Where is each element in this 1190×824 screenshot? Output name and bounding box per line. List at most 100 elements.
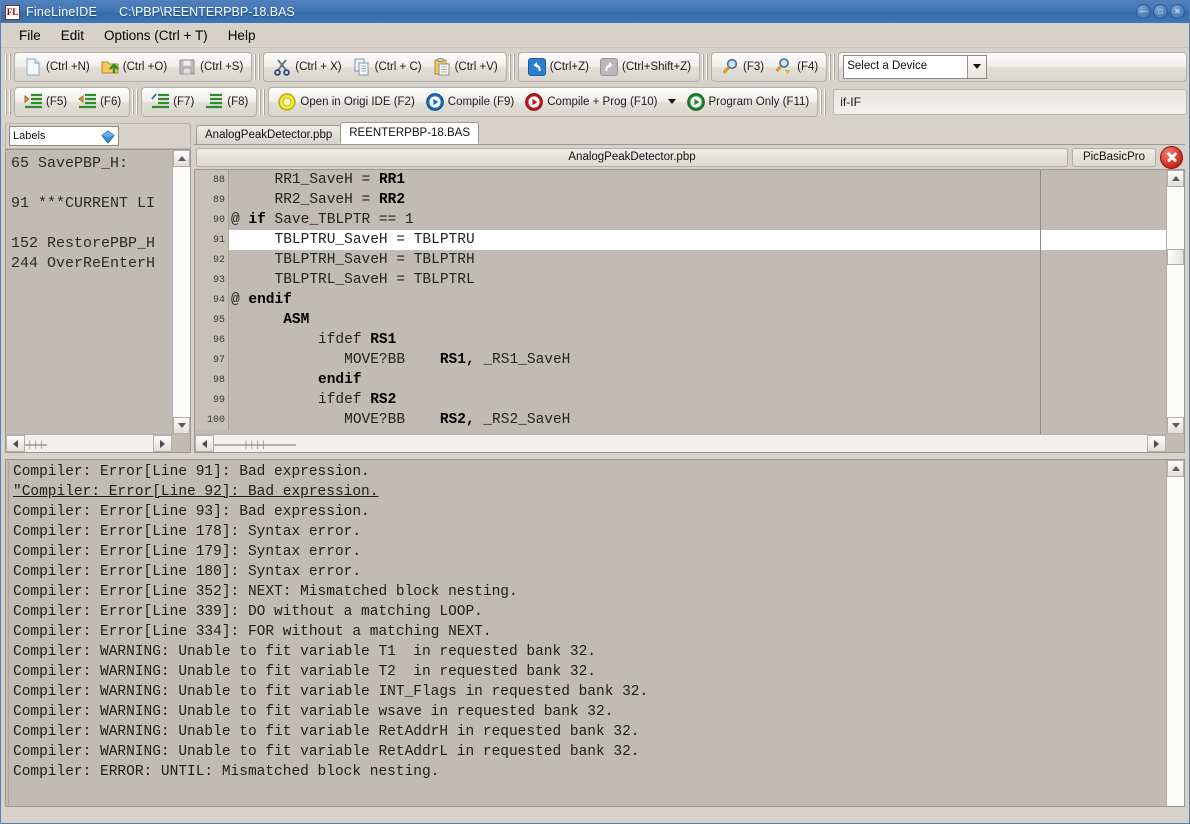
scroll-left-button[interactable] [195, 435, 214, 452]
indent-right-button[interactable]: (F5) [18, 89, 72, 115]
menu-item-options[interactable]: Options (Ctrl + T) [94, 26, 218, 45]
paste-button[interactable]: (Ctrl +V) [427, 54, 503, 80]
device-combo-arrow[interactable] [967, 56, 986, 78]
toolbar-grip-icon-7[interactable] [132, 89, 139, 115]
output-line[interactable]: Compiler: Error[Line 352]: NEXT: Mismatc… [13, 582, 1166, 602]
output-line[interactable]: Compiler: Error[Line 179]: Syntax error. [13, 542, 1166, 562]
comment-block-button[interactable]: (F7) [145, 89, 199, 115]
copy-button[interactable]: (Ctrl + C) [347, 54, 427, 80]
save-file-button[interactable]: (Ctrl +S) [172, 54, 248, 80]
program-only-button[interactable]: Program Only (F11) [681, 89, 815, 115]
list-item[interactable]: 91 ***CURRENT LI [11, 194, 172, 214]
find-next-button[interactable]: (F4) [769, 54, 823, 80]
output-line[interactable]: Compiler: WARNING: Unable to fit variabl… [13, 682, 1166, 702]
code-vscroll-thumb[interactable] [1167, 249, 1184, 265]
code-horizontal-scrollbar[interactable]: |||| [195, 434, 1166, 452]
maximize-button[interactable]: □ [1153, 4, 1168, 19]
menu-item-help[interactable]: Help [218, 26, 266, 45]
output-line[interactable]: Compiler: Error[Line 339]: DO without a … [13, 602, 1166, 622]
output-line[interactable]: Compiler: Error[Line 334]: FOR without a… [13, 622, 1166, 642]
labels-combo[interactable]: Labels [9, 126, 119, 146]
open-origi-ide-button[interactable]: Open in Origi IDE (F2) [272, 89, 419, 115]
open-file-button[interactable]: (Ctrl +O) [95, 54, 172, 80]
code-line[interactable]: 92 TBLPTRH_SaveH = TBLPTRH [195, 250, 1166, 270]
build-options-dropdown[interactable] [663, 89, 681, 115]
indent-left-button[interactable]: (F6) [72, 89, 126, 115]
scroll-left-button[interactable] [6, 435, 25, 452]
scroll-right-button[interactable] [1147, 435, 1166, 452]
code-hscroll-thumb[interactable]: |||| [214, 444, 296, 446]
redo-button[interactable]: (Ctrl+Shift+Z) [594, 54, 696, 80]
toolbar-grip-icon-3[interactable] [509, 54, 516, 80]
scroll-up-button[interactable] [1167, 460, 1184, 477]
code-vertical-scrollbar[interactable] [1166, 170, 1184, 434]
output-line[interactable]: Compiler: WARNING: Unable to fit variabl… [13, 702, 1166, 722]
toolbar-grip-icon-2[interactable] [254, 54, 261, 80]
code-line[interactable]: 90@ if Save_TBLPTR == 1 [195, 210, 1166, 230]
compile-button[interactable]: Compile (F9) [420, 89, 519, 115]
undo-button[interactable]: (Ctrl+Z) [522, 54, 594, 80]
output-line[interactable]: Compiler: WARNING: Unable to fit variabl… [13, 742, 1166, 762]
close-document-button[interactable] [1160, 146, 1183, 169]
compiler-output-panel[interactable]: Compiler: Error[Line 91]: Bad expression… [5, 459, 1185, 807]
toolbar-grip-icon-9[interactable] [820, 89, 827, 115]
scroll-down-button[interactable] [173, 417, 190, 434]
menu-item-file[interactable]: File [9, 26, 51, 45]
close-window-button[interactable]: ✕ [1170, 4, 1185, 19]
toolbar-grip-icon[interactable] [5, 54, 12, 80]
code-line-highlighted[interactable]: 91 TBLPTRU_SaveH = TBLPTRU [195, 230, 1166, 250]
menu-item-edit[interactable]: Edit [51, 26, 94, 45]
new-file-button[interactable]: (Ctrl +N) [18, 54, 95, 80]
output-line[interactable]: Compiler: Error[Line 180]: Syntax error. [13, 562, 1166, 582]
output-vscroll-track[interactable] [1167, 477, 1184, 806]
output-line[interactable]: Compiler: Error[Line 93]: Bad expression… [13, 502, 1166, 522]
tab-reenterpbp[interactable]: REENTERPBP-18.BAS [340, 122, 479, 144]
list-item[interactable]: 65 SavePBP_H: [11, 154, 172, 174]
uncomment-block-button[interactable]: (F8) [199, 89, 253, 115]
toolbar-grip-icon-5[interactable] [829, 54, 836, 80]
code-line[interactable]: 95 ASM [195, 310, 1166, 330]
output-line[interactable]: Compiler: WARNING: Unable to fit variabl… [13, 662, 1166, 682]
code-line[interactable]: 100 MOVE?BB RS2, _RS2_SaveH [195, 410, 1166, 430]
code-line[interactable]: 99 ifdef RS2 [195, 390, 1166, 410]
find-button[interactable]: (F3) [715, 54, 769, 80]
output-vertical-scrollbar[interactable] [1166, 460, 1184, 806]
compile-and-program-button[interactable]: Compile + Prog (F10) [519, 89, 662, 115]
labels-list[interactable]: 65 SavePBP_H: 91 ***CURRENT LI 152 Resto… [5, 149, 191, 453]
labels-hscroll-thumb[interactable]: ||| [25, 444, 47, 446]
device-combo[interactable]: Select a Device [843, 55, 987, 79]
cut-button[interactable]: (Ctrl + X) [267, 54, 346, 80]
scroll-up-button[interactable] [173, 150, 190, 167]
code-line[interactable]: 88 RR1_SaveH = RR1 [195, 170, 1166, 190]
diamond-dropdown-icon[interactable] [101, 130, 115, 144]
tab-analogpeakdetector[interactable]: AnalogPeakDetector.pbp [196, 125, 341, 144]
code-line[interactable]: 97 MOVE?BB RS1, _RS1_SaveH [195, 350, 1166, 370]
scroll-right-button[interactable] [153, 435, 172, 452]
code-line[interactable]: 94@ endif [195, 290, 1166, 310]
output-line[interactable]: Compiler: ERROR: UNTIL: Mismatched block… [13, 762, 1166, 782]
code-line[interactable]: 98 endif [195, 370, 1166, 390]
code-editor[interactable]: 88 RR1_SaveH = RR1 89 RR2_SaveH = RR2 90… [194, 169, 1185, 453]
toolbar-grip-icon-8[interactable] [259, 89, 266, 115]
code-vscroll-track[interactable] [1167, 187, 1184, 417]
language-badge[interactable]: PicBasicPro [1072, 148, 1156, 167]
toolbar-grip-icon-4[interactable] [702, 54, 709, 80]
toolbar-grip-icon-6[interactable] [5, 89, 12, 115]
code-line[interactable]: 89 RR2_SaveH = RR2 [195, 190, 1166, 210]
output-line[interactable]: Compiler: WARNING: Unable to fit variabl… [13, 642, 1166, 662]
minimize-button[interactable]: — [1136, 4, 1151, 19]
output-line[interactable]: Compiler: WARNING: Unable to fit variabl… [13, 722, 1166, 742]
labels-horizontal-scrollbar[interactable]: ||| [6, 434, 172, 452]
labels-vscroll-track[interactable] [173, 167, 190, 417]
labels-vertical-scrollbar[interactable] [172, 150, 190, 434]
scroll-down-button[interactable] [1167, 417, 1184, 434]
output-line[interactable]: Compiler: Error[Line 91]: Bad expression… [13, 462, 1166, 482]
list-item[interactable]: 152 RestorePBP_H [11, 234, 172, 254]
code-line[interactable]: 93 TBLPTRL_SaveH = TBLPTRL [195, 270, 1166, 290]
list-item[interactable]: 244 OverReEnterH [11, 254, 172, 274]
scroll-up-button[interactable] [1167, 170, 1184, 187]
search-input[interactable]: if-IF [833, 89, 1187, 115]
output-line[interactable]: Compiler: Error[Line 178]: Syntax error. [13, 522, 1166, 542]
output-line-selected[interactable]: "Compiler: Error[Line 92]: Bad expressio… [13, 482, 1166, 502]
code-line[interactable]: 96 ifdef RS1 [195, 330, 1166, 350]
